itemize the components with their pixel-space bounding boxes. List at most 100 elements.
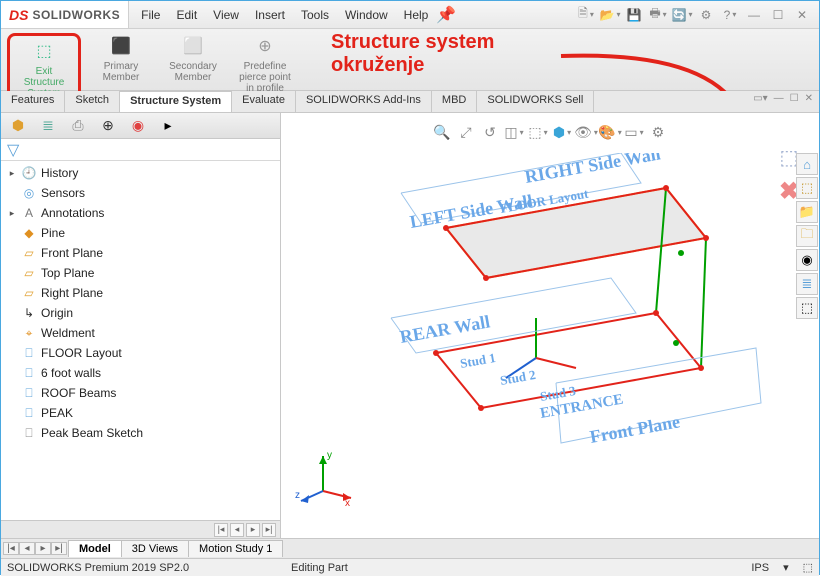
- document-tabs: |◂ ◂ ▸ ▸| Model 3D Views Motion Study 1: [1, 538, 819, 558]
- tree-node[interactable]: ◎ Sensors: [1, 183, 280, 203]
- status-extra-icon[interactable]: ⬚: [803, 561, 813, 574]
- annotation-line1: Structure system: [331, 31, 494, 54]
- taskpane-appearances-icon[interactable]: ≣: [796, 273, 818, 295]
- tree-node-label: Top Plane: [41, 266, 94, 280]
- edit-appearance-icon[interactable]: 🎨: [599, 121, 621, 143]
- tree-node[interactable]: ⎕ Peak Beam Sketch: [1, 423, 280, 443]
- tab-mbd[interactable]: MBD: [432, 91, 477, 112]
- tree-node[interactable]: ▱ Top Plane: [1, 263, 280, 283]
- doc-tab-3d-views[interactable]: 3D Views: [121, 540, 189, 557]
- feature-tree[interactable]: ▸ 🕘 History ◎ Sensors▸ A Annotations ◆ P…: [1, 161, 280, 520]
- tree-node[interactable]: ◆ Pine: [1, 223, 280, 243]
- tab-sketch[interactable]: Sketch: [65, 91, 120, 112]
- panel-overflow-icon[interactable]: ▸: [155, 116, 181, 136]
- tab-evaluate[interactable]: Evaluate: [232, 91, 296, 112]
- tab-sw-sell[interactable]: SOLIDWORKS Sell: [477, 91, 594, 112]
- maximize-icon[interactable]: ☐: [767, 4, 789, 26]
- previous-view-icon[interactable]: ↺: [479, 121, 501, 143]
- tree-node[interactable]: ⎕ 6 foot walls: [1, 363, 280, 383]
- display-manager-tab-icon[interactable]: ◉: [125, 116, 151, 136]
- ds-logo-text: DS: [9, 7, 28, 23]
- minimize-icon[interactable]: —: [743, 4, 765, 26]
- tree-twisty-icon[interactable]: ▸: [7, 208, 17, 219]
- save-icon[interactable]: 💾: [623, 4, 645, 26]
- tree-node[interactable]: ⎕ ROOF Beams: [1, 383, 280, 403]
- menu-file[interactable]: File: [133, 4, 168, 26]
- exit-structure-system-button[interactable]: ⬚ Exit Structure System: [12, 38, 76, 99]
- view-orientation-icon[interactable]: ⬚: [527, 121, 549, 143]
- taskpane-resources-icon[interactable]: ⬚: [796, 177, 818, 199]
- tab-structure-system[interactable]: Structure System: [120, 91, 232, 112]
- doc-close-icon[interactable]: ✕: [805, 93, 813, 104]
- scroll-prev-icon[interactable]: ◂: [230, 523, 244, 537]
- help-icon[interactable]: ?: [719, 4, 741, 26]
- menu-edit[interactable]: Edit: [168, 4, 205, 26]
- display-style-icon[interactable]: ⬢: [551, 121, 573, 143]
- print-icon[interactable]: 🖶: [647, 4, 669, 26]
- doc-tab-motion-study[interactable]: Motion Study 1: [188, 540, 283, 557]
- tree-node-icon: ◆: [21, 225, 37, 241]
- dimxpert-tab-icon[interactable]: ⊕: [95, 116, 121, 136]
- doc-maximize-icon[interactable]: ☐: [790, 93, 799, 104]
- menu-window[interactable]: Window: [337, 4, 396, 26]
- taskpane-custom-props-icon[interactable]: ⬚: [796, 297, 818, 319]
- taskpane-design-library-icon[interactable]: 📁: [796, 201, 818, 223]
- taskpane-file-explorer-icon[interactable]: 🗀: [796, 225, 818, 247]
- doc-tab-first-icon[interactable]: |◂: [3, 542, 19, 555]
- primary-member-button[interactable]: ⬛ Primary Member: [89, 33, 153, 83]
- section-view-icon[interactable]: ◫: [503, 121, 525, 143]
- configuration-manager-tab-icon[interactable]: ⎙: [65, 116, 91, 136]
- doc-collapse-icon[interactable]: ▭▾: [753, 93, 767, 104]
- view-settings-icon[interactable]: ⚙: [647, 121, 669, 143]
- rebuild-icon[interactable]: 🔄: [671, 4, 693, 26]
- status-units[interactable]: IPS: [751, 562, 769, 574]
- menu-insert[interactable]: Insert: [247, 4, 293, 26]
- menu-help[interactable]: Help: [396, 4, 437, 26]
- tree-node-label: Front Plane: [41, 246, 103, 260]
- tree-node-label: History: [41, 166, 78, 180]
- filter-funnel-icon[interactable]: ▽: [7, 140, 19, 160]
- document-window-controls: ▭▾ — ☐ ✕: [753, 93, 813, 104]
- tab-addins[interactable]: SOLIDWORKS Add-Ins: [296, 91, 432, 112]
- tree-node[interactable]: ▸ A Annotations: [1, 203, 280, 223]
- tree-node[interactable]: ⎕ PEAK: [1, 403, 280, 423]
- open-doc-icon[interactable]: 📂: [599, 4, 621, 26]
- tree-node[interactable]: ↳ Origin: [1, 303, 280, 323]
- taskpane-view-palette-icon[interactable]: ◉: [796, 249, 818, 271]
- tree-node[interactable]: ⎕ FLOOR Layout: [1, 343, 280, 363]
- tree-node[interactable]: ▱ Front Plane: [1, 243, 280, 263]
- tree-node[interactable]: ▸ 🕘 History: [1, 163, 280, 183]
- doc-tab-next-icon[interactable]: ▸: [35, 542, 51, 555]
- status-chevron-icon[interactable]: ▾: [783, 561, 789, 574]
- menu-tools[interactable]: Tools: [293, 4, 337, 26]
- predefine-pierce-button[interactable]: ⊕ Predefine pierce point in profile: [233, 33, 297, 94]
- property-manager-tab-icon[interactable]: ≣: [35, 116, 61, 136]
- tab-features[interactable]: Features: [1, 91, 65, 112]
- doc-tab-last-icon[interactable]: ▸|: [51, 542, 67, 555]
- new-doc-icon[interactable]: 🗎: [575, 4, 597, 26]
- graphics-area[interactable]: 🔍 ⤢ ↺ ◫ ⬚ ⬢ 👁 🎨 ▭ ⚙ ⬚ ✖ ⌂ ⬚ 📁 🗀 ◉ ≣ ⬚: [281, 113, 819, 538]
- pin-icon[interactable]: 📌: [436, 5, 456, 25]
- scroll-next-icon[interactable]: ▸: [246, 523, 260, 537]
- feature-manager-tab-icon[interactable]: ⬢: [5, 116, 31, 136]
- tree-node[interactable]: ▱ Right Plane: [1, 283, 280, 303]
- doc-tab-model[interactable]: Model: [68, 540, 122, 557]
- doc-minimize-icon[interactable]: —: [774, 93, 784, 104]
- zoom-area-icon[interactable]: ⤢: [455, 121, 477, 143]
- model-geometry: RIGHT Side Wall LEFT Side Wall FLOOR Lay…: [341, 153, 771, 493]
- hide-show-icon[interactable]: 👁: [575, 121, 597, 143]
- doc-tab-prev-icon[interactable]: ◂: [19, 542, 35, 555]
- zoom-to-fit-icon[interactable]: 🔍: [431, 121, 453, 143]
- pierce-point-icon: ⊕: [253, 35, 277, 59]
- secondary-member-button[interactable]: ⬜ Secondary Member: [161, 33, 225, 83]
- ribbon-label: Member: [175, 72, 212, 83]
- scroll-first-icon[interactable]: |◂: [214, 523, 228, 537]
- scroll-last-icon[interactable]: ▸|: [262, 523, 276, 537]
- tree-node[interactable]: ⌖ Weldment: [1, 323, 280, 343]
- options-icon[interactable]: ⚙: [695, 4, 717, 26]
- apply-scene-icon[interactable]: ▭: [623, 121, 645, 143]
- close-icon[interactable]: ✕: [791, 4, 813, 26]
- menu-view[interactable]: View: [205, 4, 247, 26]
- tree-twisty-icon[interactable]: ▸: [7, 168, 17, 179]
- taskpane-home-icon[interactable]: ⌂: [796, 153, 818, 175]
